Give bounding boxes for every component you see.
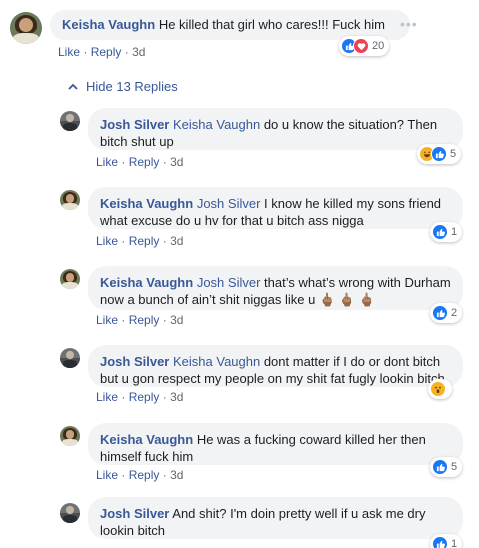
reaction-count: 1 (451, 226, 458, 238)
like-icon (432, 459, 448, 475)
comment-bubble: Keisha Vaughn Josh Silver that’s what’s … (88, 266, 463, 310)
like-link[interactable]: Like (96, 313, 118, 327)
comment-time[interactable]: 3d (170, 234, 183, 248)
reply-link[interactable]: Reply (129, 313, 160, 327)
like-icon (432, 305, 448, 321)
avatar[interactable] (60, 348, 80, 368)
reply-comment: Josh Silver Keisha Vaughn do u know the … (0, 100, 479, 175)
comment-bubble: Josh Silver Keisha Vaughn do u know the … (88, 108, 463, 150)
reply-comment: Keisha Vaughn He was a fucking coward ki… (0, 415, 479, 490)
reply-comment: Keisha Vaughn Josh Silver I know he kill… (0, 179, 479, 254)
comment-mention[interactable]: Keisha Vaughn (173, 354, 260, 369)
comment-actions: Like · Reply · 3d (96, 155, 184, 169)
comment-actions: Like · Reply · 3d (96, 390, 184, 404)
reply-comment: Josh Silver And shit? I'm doin pretty we… (0, 492, 479, 548)
love-icon (353, 38, 369, 54)
reaction-summary[interactable]: 5 (430, 457, 463, 477)
like-link[interactable]: Like (96, 155, 118, 169)
avatar[interactable] (60, 190, 80, 210)
reaction-summary[interactable]: 5 (417, 144, 462, 164)
comment-time[interactable]: 3d (170, 155, 183, 169)
comment-time[interactable]: 3d (170, 468, 183, 482)
reply-link[interactable]: Reply (91, 45, 122, 59)
comment-author[interactable]: Keisha Vaughn (100, 432, 193, 447)
like-link[interactable]: Like (58, 45, 80, 59)
reply-link[interactable]: Reply (129, 468, 160, 482)
reaction-count: 5 (451, 461, 458, 473)
avatar[interactable] (60, 269, 80, 289)
comment-author[interactable]: Keisha Vaughn (100, 275, 193, 290)
reaction-count: 2 (451, 307, 458, 319)
avatar[interactable] (60, 503, 80, 523)
reaction-summary[interactable]: 2 (430, 303, 463, 323)
comment-bubble: Keisha Vaughn He was a fucking coward ki… (88, 423, 463, 465)
comment-text: He killed that girl who cares!!! Fuck hi… (158, 17, 385, 32)
comment-author[interactable]: Josh Silver (100, 117, 169, 132)
comment-time[interactable]: 3d (170, 390, 183, 404)
comment-time[interactable]: 3d (132, 45, 145, 59)
reaction-summary[interactable]: 1 (430, 534, 463, 548)
like-link[interactable]: Like (96, 468, 118, 482)
reaction-summary[interactable] (428, 379, 452, 399)
comment-actions: Like · Reply · 3d (96, 313, 184, 327)
reply-link[interactable]: Reply (129, 155, 160, 169)
avatar[interactable] (60, 111, 80, 131)
comment-author[interactable]: Josh Silver (100, 354, 169, 369)
reply-link[interactable]: Reply (129, 234, 160, 248)
comment-mention[interactable]: Josh Silver (197, 275, 261, 290)
like-icon (432, 536, 448, 548)
like-link[interactable]: Like (96, 390, 118, 404)
comment-author[interactable]: Keisha Vaughn (62, 17, 155, 32)
wow-icon (430, 381, 446, 397)
reaction-summary[interactable]: 20 (339, 36, 390, 56)
comment-author[interactable]: Josh Silver (100, 506, 169, 521)
reaction-summary[interactable]: 1 (430, 222, 463, 242)
reaction-count: 1 (451, 538, 458, 548)
reaction-count: 5 (450, 148, 457, 160)
more-options-icon[interactable]: ••• (400, 16, 418, 32)
reaction-count: 20 (372, 40, 385, 52)
reply-link[interactable]: Reply (129, 390, 160, 404)
comment-bubble: Keisha Vaughn Josh Silver I know he kill… (88, 187, 463, 229)
comment-bubble: Josh Silver Keisha Vaughn dont matter if… (88, 345, 463, 387)
hide-replies-link[interactable]: Hide 13 Replies (68, 79, 178, 94)
comment-mention[interactable]: Josh Silver (197, 196, 261, 211)
comment-actions: Like · Reply · 3d (58, 45, 146, 59)
comment-author[interactable]: Keisha Vaughn (100, 196, 193, 211)
avatar[interactable] (10, 12, 42, 44)
hide-replies-label: Hide 13 Replies (86, 79, 178, 94)
comment-time[interactable]: 3d (170, 313, 183, 327)
reply-comment: Josh Silver Keisha Vaughn dont matter if… (0, 337, 479, 412)
avatar[interactable] (60, 426, 80, 446)
like-icon (432, 224, 448, 240)
like-link[interactable]: Like (96, 234, 118, 248)
comment-mention[interactable]: Keisha Vaughn (173, 117, 260, 132)
like-icon (431, 146, 447, 162)
comment-actions: Like · Reply · 3d (96, 468, 184, 482)
comment-actions: Like · Reply · 3d (96, 234, 184, 248)
comment-bubble: Josh Silver And shit? I'm doin pretty we… (88, 497, 463, 539)
reply-comment: Keisha Vaughn Josh Silver that’s what’s … (0, 258, 479, 333)
chevron-up-icon (68, 83, 78, 90)
top-comment: Keisha Vaughn He killed that girl who ca… (0, 0, 479, 60)
